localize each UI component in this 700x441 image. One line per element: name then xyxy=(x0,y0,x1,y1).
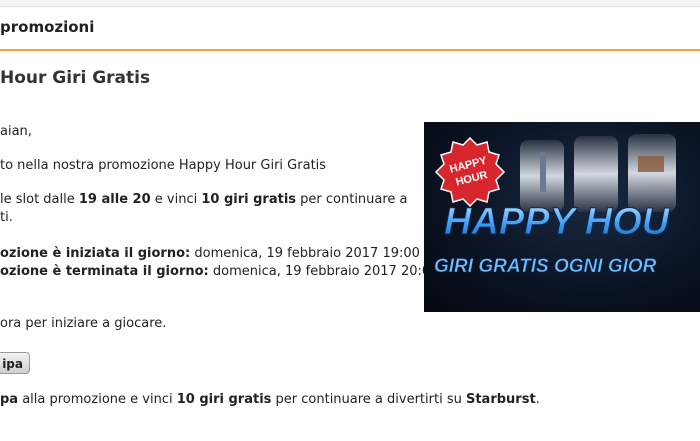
banner-subline: GIRI GRATIS OGNI GIOR xyxy=(434,256,657,277)
promotion-start: ozione è iniziata il giorno: domenica, 1… xyxy=(0,245,449,263)
promotions-header: promozioni xyxy=(0,7,700,49)
play-instructions-continued: ti. xyxy=(0,210,13,225)
top-bar xyxy=(0,0,700,7)
greeting-text: aian, xyxy=(0,124,32,139)
start-date: domenica, 19 febbraio 2017 19:00 CET xyxy=(190,246,450,261)
start-label: ozione è iniziata il giorno: xyxy=(0,246,191,261)
play-now-text: ora per iniziare a giocare. xyxy=(0,316,167,331)
end-date: domenica, 19 febbraio 2017 20:00 xyxy=(208,264,439,279)
intro-text: to nella nostra promozione Happy Hour Gi… xyxy=(0,158,327,173)
header-title: promozioni xyxy=(0,18,95,36)
participate-button[interactable]: ipa xyxy=(0,352,30,374)
header-divider xyxy=(0,49,700,51)
happy-hour-banner[interactable]: HAPPY HOUR HAPPY HOU GIRI GRATIS OGNI GI… xyxy=(424,122,700,312)
bottom-promo-text: pa alla promozione e vinci 10 giri grati… xyxy=(0,392,540,407)
end-label: ozione è terminata il giorno: xyxy=(0,264,209,279)
banner-graphic: HAPPY HOUR HAPPY HOU GIRI GRATIS OGNI GI… xyxy=(434,134,676,277)
happy-hour-badge-icon: HAPPY HOUR xyxy=(434,136,506,208)
promotion-end: ozione è terminata il giorno: domenica, … xyxy=(0,263,438,281)
banner-headline: HAPPY HOU xyxy=(444,201,671,243)
promotion-title: Hour Giri Gratis xyxy=(0,68,151,88)
play-instructions: le slot dalle 19 alle 20 e vinci 10 giri… xyxy=(0,192,408,207)
